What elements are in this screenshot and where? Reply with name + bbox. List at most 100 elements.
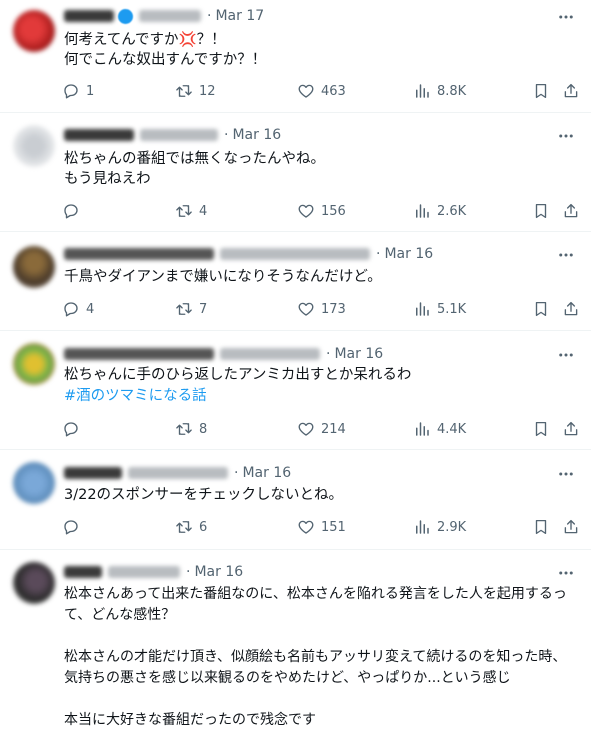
like-icon bbox=[298, 302, 314, 316]
avatar[interactable] bbox=[13, 343, 55, 385]
separator-dot: · bbox=[207, 8, 212, 24]
tweet-header: · Mar 16 bbox=[64, 244, 433, 264]
share-button[interactable] bbox=[562, 298, 580, 320]
tweet-date[interactable]: Mar 17 bbox=[215, 8, 264, 24]
tweet[interactable]: · Mar 16 松ちゃんに手のひら返したアンミカ出すとか呆れるわ #酒のツマミ… bbox=[0, 331, 591, 450]
author-handle[interactable] bbox=[220, 348, 320, 360]
tweet[interactable]: · Mar 17 何考えてんですか💢？！ 何でこんな奴出すんですか？！ 1 12… bbox=[0, 0, 591, 113]
author-name[interactable] bbox=[64, 10, 114, 22]
author-name[interactable] bbox=[64, 566, 102, 578]
bookmark-button[interactable] bbox=[532, 80, 550, 102]
retweet-button[interactable]: 4 bbox=[175, 200, 207, 222]
like-button[interactable]: 463 bbox=[297, 80, 346, 102]
author-handle[interactable] bbox=[108, 566, 180, 578]
share-button[interactable] bbox=[562, 200, 580, 222]
author-handle[interactable] bbox=[139, 10, 201, 22]
views-icon bbox=[416, 204, 429, 218]
bookmark-button[interactable] bbox=[532, 418, 550, 440]
views-button[interactable]: 5.1K bbox=[413, 298, 466, 320]
views-count: 8.8K bbox=[437, 83, 467, 99]
share-icon bbox=[564, 83, 578, 98]
like-button[interactable]: 151 bbox=[297, 516, 346, 538]
like-count: 463 bbox=[321, 83, 346, 99]
avatar[interactable] bbox=[13, 125, 55, 167]
reply-button[interactable] bbox=[62, 516, 86, 538]
share-button[interactable] bbox=[562, 516, 580, 538]
reply-icon bbox=[64, 302, 78, 317]
retweet-count: 12 bbox=[199, 83, 216, 99]
tweet-actions: 8 214 4.4K bbox=[60, 418, 584, 440]
reply-button[interactable]: 4 bbox=[62, 298, 94, 320]
tweet-date[interactable]: Mar 16 bbox=[242, 465, 291, 481]
tweet-text: 松本さんあって出来た番組なのに、松本さんを陥れる発言をした人を起用するって、どん… bbox=[64, 586, 567, 728]
hashtag-link[interactable]: #酒のツマミになる話 bbox=[64, 386, 577, 406]
reply-icon bbox=[64, 84, 78, 99]
share-button[interactable] bbox=[562, 80, 580, 102]
tweet-text: 松ちゃんの番組では無くなったんやね。 もう見ねえわ bbox=[64, 151, 325, 187]
views-count: 4.4K bbox=[437, 421, 467, 437]
views-button[interactable]: 4.4K bbox=[413, 418, 466, 440]
more-options-button[interactable] bbox=[557, 8, 575, 26]
more-icon bbox=[559, 134, 573, 138]
share-button[interactable] bbox=[562, 418, 580, 440]
tweet-date[interactable]: Mar 16 bbox=[384, 246, 433, 262]
author-name[interactable] bbox=[64, 467, 122, 479]
retweet-icon bbox=[176, 85, 192, 97]
bookmark-button[interactable] bbox=[532, 298, 550, 320]
tweet[interactable]: · Mar 16 千鳥やダイアンまで嫌いになりそうなんだけど。 4 7 173 … bbox=[0, 232, 591, 331]
more-options-button[interactable] bbox=[557, 127, 575, 145]
avatar[interactable] bbox=[13, 462, 55, 504]
tweet-text: 千鳥やダイアンまで嫌いになりそうなんだけど。 bbox=[64, 269, 382, 285]
tweet-date[interactable]: Mar 16 bbox=[232, 127, 281, 143]
retweet-button[interactable]: 8 bbox=[175, 418, 207, 440]
views-icon bbox=[416, 84, 429, 98]
retweet-count: 6 bbox=[199, 519, 208, 535]
author-handle[interactable] bbox=[140, 129, 218, 141]
tweet[interactable]: · Mar 16 松本さんあって出来た番組なのに、松本さんを陥れる発言をした人を… bbox=[0, 550, 591, 728]
views-button[interactable]: 2.9K bbox=[413, 516, 466, 538]
like-count: 214 bbox=[321, 421, 346, 437]
retweet-count: 8 bbox=[199, 421, 208, 437]
retweet-count: 4 bbox=[199, 203, 208, 219]
author-name[interactable] bbox=[64, 248, 214, 260]
retweet-button[interactable]: 7 bbox=[175, 298, 207, 320]
retweet-button[interactable]: 12 bbox=[175, 80, 216, 102]
avatar[interactable] bbox=[13, 562, 55, 604]
tweet[interactable]: · Mar 16 松ちゃんの番組では無くなったんやね。 もう見ねえわ 4 156… bbox=[0, 113, 591, 232]
reply-icon bbox=[64, 520, 78, 535]
like-button[interactable]: 173 bbox=[297, 298, 346, 320]
author-name[interactable] bbox=[64, 348, 214, 360]
more-options-button[interactable] bbox=[557, 564, 575, 582]
share-icon bbox=[564, 519, 578, 534]
more-options-button[interactable] bbox=[557, 465, 575, 483]
tweet-actions: 6 151 2.9K bbox=[60, 516, 584, 538]
views-button[interactable]: 2.6K bbox=[413, 200, 466, 222]
tweet-header: · Mar 16 bbox=[64, 344, 383, 364]
reply-button[interactable] bbox=[62, 200, 86, 222]
reply-button[interactable] bbox=[62, 418, 86, 440]
views-count: 2.9K bbox=[437, 519, 467, 535]
tweet[interactable]: · Mar 16 3/22のスポンサーをチェックしないとね。 6 151 2.9… bbox=[0, 450, 591, 550]
tweet-date[interactable]: Mar 16 bbox=[194, 564, 243, 580]
avatar[interactable] bbox=[13, 10, 55, 52]
more-options-button[interactable] bbox=[557, 246, 575, 264]
tweet-text: 何考えてんですか💢？！ 何でこんな奴出すんですか？！ bbox=[64, 32, 267, 68]
reply-button[interactable]: 1 bbox=[62, 80, 94, 102]
retweet-count: 7 bbox=[199, 301, 208, 317]
author-handle[interactable] bbox=[128, 467, 228, 479]
avatar[interactable] bbox=[13, 246, 55, 288]
like-button[interactable]: 214 bbox=[297, 418, 346, 440]
tweet-date[interactable]: Mar 16 bbox=[334, 346, 383, 362]
retweet-button[interactable]: 6 bbox=[175, 516, 207, 538]
like-button[interactable]: 156 bbox=[297, 200, 346, 222]
bookmark-button[interactable] bbox=[532, 200, 550, 222]
views-button[interactable]: 8.8K bbox=[413, 80, 466, 102]
author-name[interactable] bbox=[64, 129, 134, 141]
author-handle[interactable] bbox=[220, 248, 370, 260]
bookmark-button[interactable] bbox=[532, 516, 550, 538]
separator-dot: · bbox=[376, 246, 381, 262]
more-options-button[interactable] bbox=[557, 346, 575, 364]
separator-dot: · bbox=[224, 127, 229, 143]
tweet-text: 松ちゃんに手のひら返したアンミカ出すとか呆れるわ bbox=[64, 367, 412, 383]
reply-icon bbox=[64, 422, 78, 437]
